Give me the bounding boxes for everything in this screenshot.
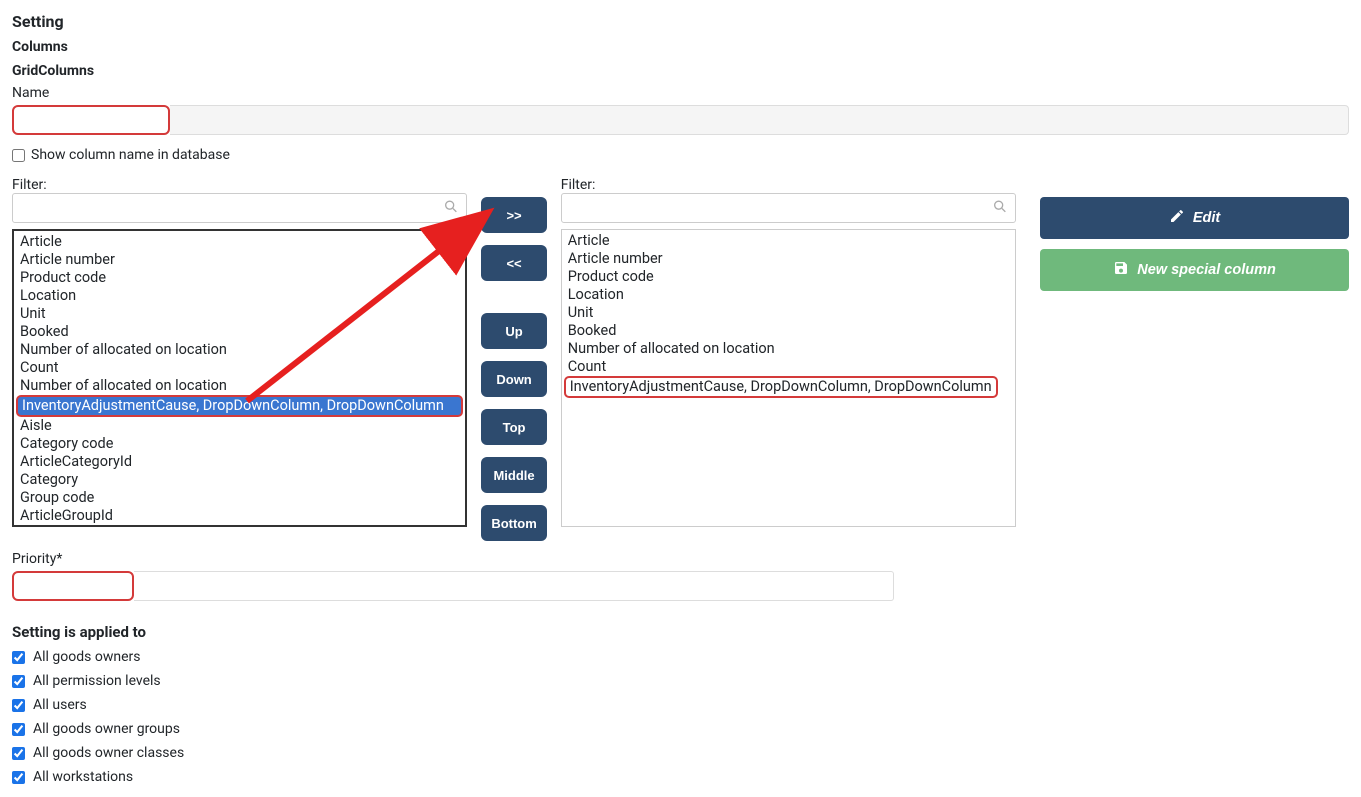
selected-columns-listbox[interactable]: ArticleArticle numberProduct codeLocatio…: [561, 229, 1016, 527]
new-special-column-label: New special column: [1137, 262, 1276, 278]
list-item[interactable]: Group code: [14, 489, 465, 507]
applied-label: All goods owner groups: [33, 721, 180, 737]
list-item[interactable]: Number of allocated on location: [14, 377, 465, 395]
show-db-checkbox[interactable]: [12, 149, 25, 162]
priority-input-extension: [134, 571, 894, 601]
priority-input[interactable]: [12, 571, 134, 601]
bottom-button[interactable]: Bottom: [481, 505, 546, 541]
move-right-button[interactable]: >>: [481, 197, 546, 233]
list-item[interactable]: Product code: [14, 269, 465, 287]
list-item[interactable]: Article: [562, 232, 1015, 250]
applied-label: All goods owners: [33, 649, 140, 665]
list-item[interactable]: Booked: [14, 323, 465, 341]
name-label: Name: [12, 85, 1349, 101]
list-item[interactable]: InventoryAdjustmentCause, DropDownColumn…: [564, 376, 998, 398]
middle-button[interactable]: Middle: [481, 457, 546, 493]
list-item[interactable]: Article number: [14, 251, 465, 269]
list-item[interactable]: Product code: [562, 268, 1015, 286]
list-item[interactable]: Number of allocated on location: [14, 341, 465, 359]
search-icon: [992, 199, 1008, 218]
search-icon: [443, 199, 459, 218]
list-item[interactable]: Booked: [562, 322, 1015, 340]
gridcolumns-subheading: GridColumns: [12, 63, 1349, 79]
list-item[interactable]: ArticleGroupId: [14, 507, 465, 525]
filter-left-input[interactable]: [12, 193, 467, 223]
available-columns-listbox[interactable]: ArticleArticle numberProduct codeLocatio…: [12, 229, 467, 527]
list-item[interactable]: Location: [562, 286, 1015, 304]
new-special-column-button[interactable]: New special column: [1040, 249, 1349, 291]
applied-checkbox[interactable]: [12, 771, 25, 784]
list-item[interactable]: Article number: [562, 250, 1015, 268]
list-item[interactable]: Unit: [14, 305, 465, 323]
list-item[interactable]: Aisle: [14, 417, 465, 435]
filter-right-label: Filter:: [561, 177, 1016, 193]
priority-label: Priority*: [12, 551, 1349, 567]
applied-heading: Setting is applied to: [12, 623, 1349, 641]
name-input-extension: [170, 105, 1349, 135]
page-heading: Setting: [12, 12, 1349, 31]
applied-label: All permission levels: [33, 673, 161, 689]
down-button[interactable]: Down: [481, 361, 546, 397]
list-item[interactable]: Location: [14, 287, 465, 305]
applied-checkbox[interactable]: [12, 699, 25, 712]
move-left-button[interactable]: <<: [481, 245, 546, 281]
applied-checkbox[interactable]: [12, 723, 25, 736]
filter-left-label: Filter:: [12, 177, 467, 193]
list-item[interactable]: ArticleCategoryId: [14, 453, 465, 471]
list-item[interactable]: Article: [14, 233, 465, 251]
pencil-icon: [1169, 208, 1185, 228]
applied-label: All workstations: [33, 769, 133, 785]
list-item[interactable]: Count: [14, 359, 465, 377]
applied-checkbox[interactable]: [12, 747, 25, 760]
top-button[interactable]: Top: [481, 409, 546, 445]
filter-right-input[interactable]: [561, 193, 1016, 223]
applied-checkbox[interactable]: [12, 675, 25, 688]
list-item[interactable]: Count: [562, 358, 1015, 376]
list-item[interactable]: InventoryAdjustmentCause, DropDownColumn…: [16, 395, 463, 417]
show-db-label[interactable]: Show column name in database: [31, 147, 230, 163]
list-item[interactable]: Unit: [562, 304, 1015, 322]
columns-subheading: Columns: [12, 39, 1349, 55]
applied-label: All goods owner classes: [33, 745, 184, 761]
save-icon: [1113, 260, 1129, 280]
name-input[interactable]: [12, 105, 170, 135]
up-button[interactable]: Up: [481, 313, 546, 349]
applied-checkbox[interactable]: [12, 651, 25, 664]
list-item[interactable]: Category: [14, 471, 465, 489]
edit-button[interactable]: Edit: [1040, 197, 1349, 239]
applied-label: All users: [33, 697, 87, 713]
edit-button-label: Edit: [1193, 210, 1220, 226]
list-item[interactable]: Category code: [14, 435, 465, 453]
list-item[interactable]: Number of allocated on location: [562, 340, 1015, 358]
